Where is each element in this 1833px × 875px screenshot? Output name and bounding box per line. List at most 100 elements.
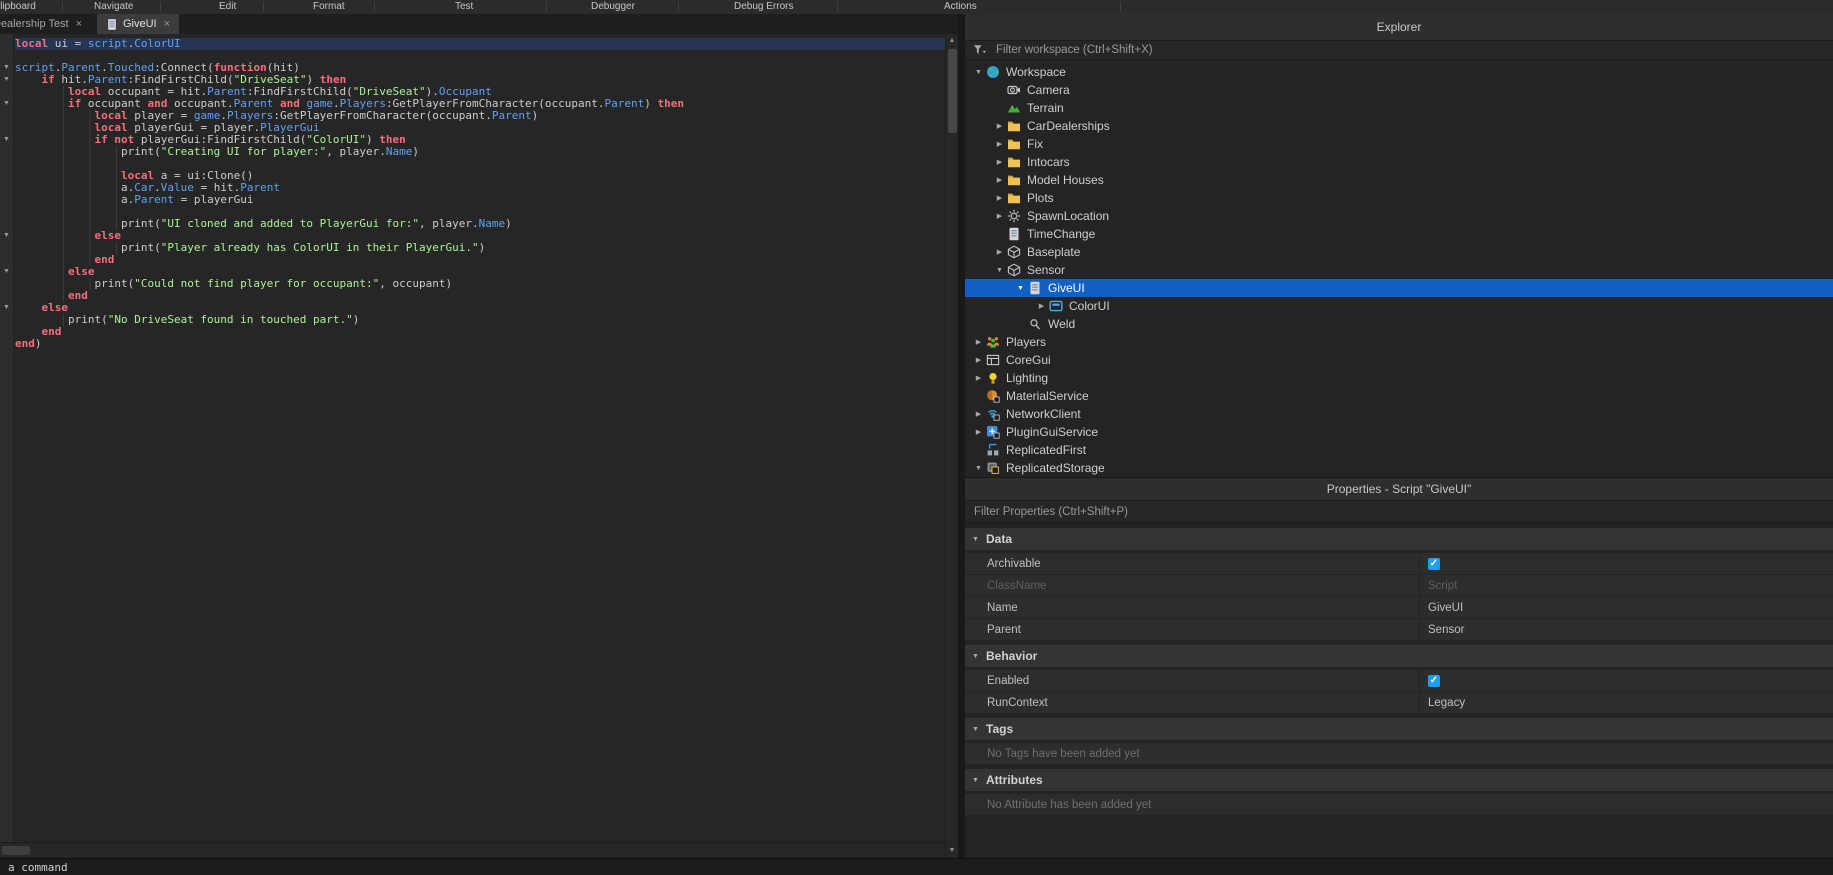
scroll-up-icon[interactable]: ▲ [946, 35, 958, 47]
property-value[interactable]: ✓ [1420, 553, 1833, 574]
tab-close-icon[interactable]: × [164, 18, 170, 30]
command-bar-input[interactable]: a command [0, 858, 1833, 875]
section-expand-arrow[interactable]: ▼ [968, 653, 983, 660]
tree-expand-arrow[interactable]: ▶ [992, 194, 1007, 202]
tree-item-cardealerships[interactable]: ▶CarDealerships [965, 117, 1833, 135]
tree-expand-arrow[interactable]: ▶ [1034, 302, 1049, 310]
checkbox-checked-icon[interactable]: ✓ [1428, 558, 1440, 570]
tree-item-colorui[interactable]: ▶ColorUI [965, 297, 1833, 315]
fold-arrow-icon[interactable]: ▼ [0, 266, 13, 278]
tree-expand-arrow[interactable]: ▼ [971, 465, 986, 472]
tree-item-model-houses[interactable]: ▶Model Houses [965, 171, 1833, 189]
gutter-line [0, 242, 13, 254]
tree-item-coregui[interactable]: ▶CoreGui [965, 351, 1833, 369]
tree-item-plots[interactable]: ▶Plots [965, 189, 1833, 207]
fold-arrow-icon[interactable]: ▼ [0, 98, 13, 110]
menu-item-actions[interactable]: Actions [944, 1, 977, 12]
horizontal-scrollbar-thumb[interactable] [2, 846, 30, 855]
fold-arrow-icon[interactable]: ▼ [0, 62, 13, 74]
tree-expand-arrow[interactable]: ▶ [971, 410, 986, 418]
panel-splitter[interactable] [958, 14, 965, 875]
tree-expand-arrow[interactable]: ▶ [971, 338, 986, 346]
checkbox-checked-icon[interactable]: ✓ [1428, 675, 1440, 687]
property-value[interactable]: ✓ [1420, 670, 1833, 691]
properties-filter-input[interactable]: Filter Properties (Ctrl+Shift+P) [965, 501, 1833, 523]
right-panel: Explorer Filter workspace (Ctrl+Shift+X)… [965, 14, 1833, 875]
tree-item-players[interactable]: ▶Players [965, 333, 1833, 351]
tree-item-replicatedstorage[interactable]: ▼ReplicatedStorage [965, 459, 1833, 477]
tab-giveui[interactable]: GiveUI× [97, 14, 179, 34]
property-section-data[interactable]: ▼Data [965, 528, 1833, 550]
fold-arrow-icon[interactable]: ▼ [0, 302, 13, 314]
section-expand-arrow[interactable]: ▼ [968, 777, 983, 784]
menu-item-format[interactable]: Format [313, 1, 345, 12]
tree-expand-arrow[interactable]: ▶ [992, 140, 1007, 148]
tree-expand-arrow[interactable]: ▼ [992, 267, 1007, 274]
tree-expand-arrow[interactable]: ▶ [992, 158, 1007, 166]
vertical-scrollbar-thumb[interactable] [948, 49, 957, 133]
tab-dealership-test[interactable]: Dealership Test× [0, 14, 91, 34]
folder-icon [1007, 119, 1021, 133]
tree-item-timechange[interactable]: TimeChange [965, 225, 1833, 243]
property-value[interactable]: GiveUI [1420, 597, 1833, 618]
tree-expand-arrow[interactable]: ▶ [971, 356, 986, 364]
menu-item-debug-errors[interactable]: Debug Errors [734, 1, 793, 12]
code-line[interactable]: print("UI cloned and added to PlayerGui … [15, 218, 945, 230]
menu-item-test[interactable]: Test [455, 1, 473, 12]
tree-item-fix[interactable]: ▶Fix [965, 135, 1833, 153]
fold-arrow-icon[interactable]: ▼ [0, 230, 13, 242]
code-line[interactable]: print("Creating UI for player:", player.… [15, 146, 945, 158]
tree-expand-arrow[interactable]: ▶ [992, 176, 1007, 184]
tree-item-intocars[interactable]: ▶Intocars [965, 153, 1833, 171]
menu-item-clipboard[interactable]: Clipboard [0, 1, 36, 12]
tree-item-pluginguiservice[interactable]: ▶PluginGuiService [965, 423, 1833, 441]
property-value[interactable]: Legacy [1420, 692, 1833, 713]
explorer-filter-input[interactable]: Filter workspace (Ctrl+Shift+X) [965, 41, 1833, 60]
tree-item-giveui[interactable]: ▼GiveUI [965, 279, 1833, 297]
tree-expand-arrow[interactable]: ▶ [992, 248, 1007, 256]
fold-arrow-icon[interactable]: ▼ [0, 134, 13, 146]
property-section-tags[interactable]: ▼Tags [965, 718, 1833, 740]
explorer-tree: ▼WorkspaceCameraTerrain▶CarDealerships▶F… [965, 60, 1833, 477]
property-value[interactable]: Sensor [1420, 619, 1833, 640]
code-line[interactable]: end [15, 290, 945, 302]
code-area[interactable]: local ui = script.ColorUIscript.Parent.T… [15, 34, 945, 842]
tree-expand-arrow[interactable]: ▼ [971, 69, 986, 76]
tree-expand-arrow[interactable]: ▶ [971, 374, 986, 382]
tree-item-lighting[interactable]: ▶Lighting [965, 369, 1833, 387]
editor-horizontal-scrollbar[interactable] [0, 842, 945, 858]
menu-item-navigate[interactable]: Navigate [94, 1, 133, 12]
code-line[interactable]: a.Parent = playerGui [15, 194, 945, 206]
code-line[interactable]: end [15, 326, 945, 338]
section-expand-arrow[interactable]: ▼ [968, 536, 983, 543]
tree-item-terrain[interactable]: Terrain [965, 99, 1833, 117]
fold-arrow-icon[interactable]: ▼ [0, 74, 13, 86]
tree-item-spawnlocation[interactable]: ▶SpawnLocation [965, 207, 1833, 225]
tree-expand-arrow[interactable]: ▶ [992, 212, 1007, 220]
tree-expand-arrow[interactable]: ▼ [1013, 285, 1028, 292]
scroll-down-icon[interactable]: ▼ [946, 845, 958, 857]
code-line[interactable]: print("Player already has ColorUI in the… [15, 242, 945, 254]
tree-item-workspace[interactable]: ▼Workspace [965, 63, 1833, 81]
code-line[interactable]: end [15, 254, 945, 266]
code-line[interactable]: end) [15, 338, 945, 350]
menu-item-debugger[interactable]: Debugger [591, 1, 635, 12]
tree-item-baseplate[interactable]: ▶Baseplate [965, 243, 1833, 261]
tab-close-icon[interactable]: × [76, 18, 82, 30]
editor-vertical-scrollbar[interactable]: ▲ ▼ [945, 34, 958, 858]
tree-item-sensor[interactable]: ▼Sensor [965, 261, 1833, 279]
tree-item-materialservice[interactable]: MaterialService [965, 387, 1833, 405]
tree-item-weld[interactable]: Weld [965, 315, 1833, 333]
section-expand-arrow[interactable]: ▼ [968, 726, 983, 733]
property-section-behavior[interactable]: ▼Behavior [965, 645, 1833, 667]
tree-expand-arrow[interactable]: ▶ [971, 428, 986, 436]
menu-item-edit[interactable]: Edit [219, 1, 236, 12]
property-section-attributes[interactable]: ▼Attributes [965, 769, 1833, 791]
tree-expand-arrow[interactable]: ▶ [992, 122, 1007, 130]
code-line[interactable]: local ui = script.ColorUI [15, 38, 945, 50]
tree-item-networkclient[interactable]: ▶NetworkClient [965, 405, 1833, 423]
tree-item-replicatedfirst[interactable]: ReplicatedFirst [965, 441, 1833, 459]
tree-item-camera[interactable]: Camera [965, 81, 1833, 99]
code-line[interactable]: print("Could not find player for occupan… [15, 278, 945, 290]
code-line[interactable]: print("No DriveSeat found in touched par… [15, 314, 945, 326]
